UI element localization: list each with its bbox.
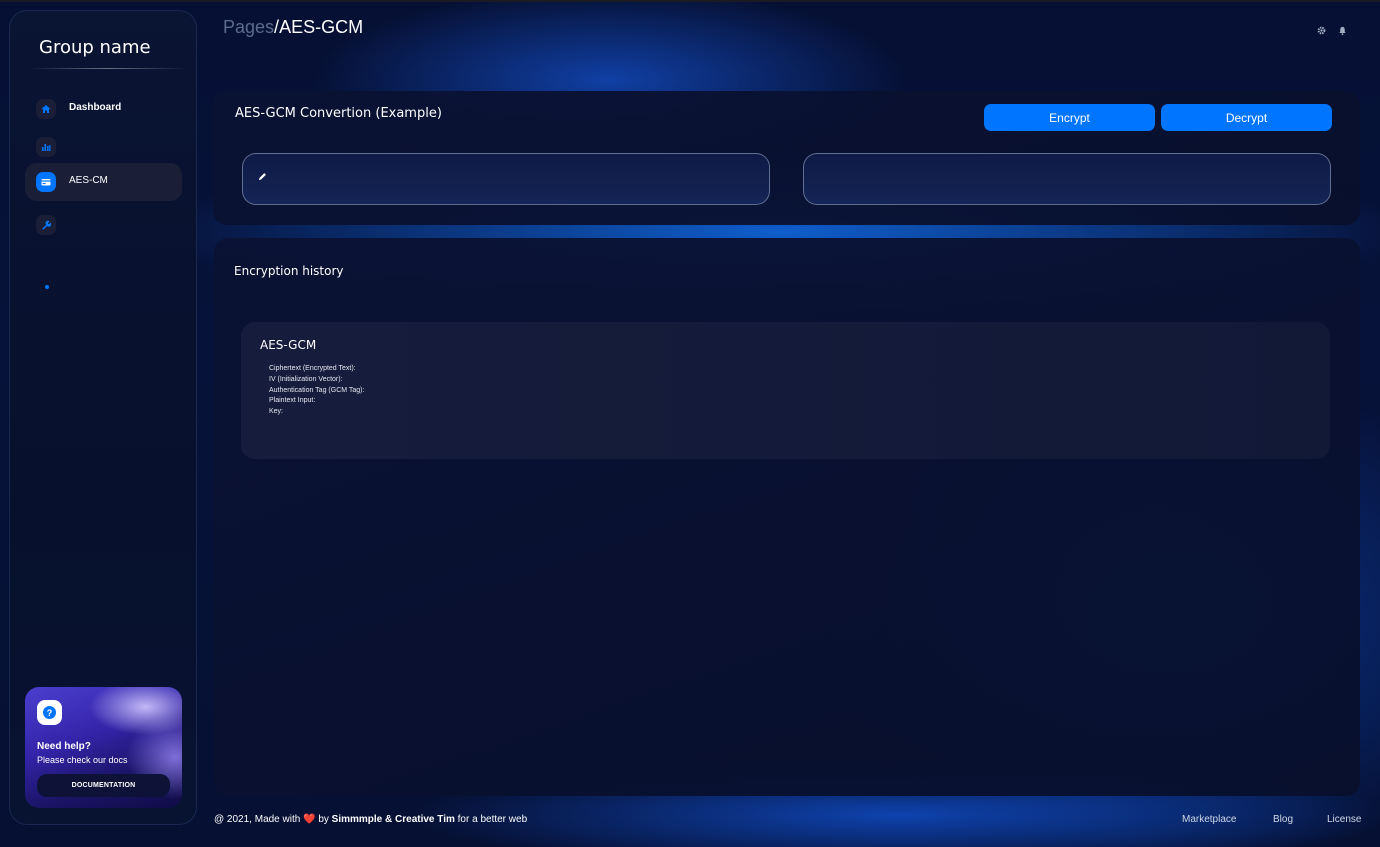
home-icon	[36, 99, 56, 119]
footer-authors[interactable]: Simmmple & Creative Tim	[332, 814, 455, 825]
output-field[interactable]	[803, 153, 1331, 205]
page-indicator-dot	[45, 285, 49, 289]
encryption-history-card: Encryption history AES-GCM Ciphertext (E…	[214, 238, 1360, 796]
help-card: ? Need help? Please check our docs DOCUM…	[25, 687, 182, 808]
history-entry-title: AES-GCM	[260, 338, 317, 352]
brand-divider	[28, 68, 188, 69]
ciphertext-label: Ciphertext (Encrypted Text):	[269, 365, 356, 372]
history-title: Encryption history	[234, 264, 344, 278]
sidebar-item-tools[interactable]	[25, 206, 182, 244]
footer-link-marketplace[interactable]: Marketplace	[1182, 814, 1236, 825]
encrypt-button[interactable]: Encrypt	[984, 104, 1155, 131]
footer-prefix: @ 2021, Made with	[214, 814, 301, 825]
pencil-icon	[258, 172, 268, 182]
plaintext-input[interactable]	[242, 153, 770, 205]
history-entry: AES-GCM Ciphertext (Encrypted Text): IV …	[241, 322, 1330, 459]
iv-label: IV (Initialization Vector):	[269, 375, 343, 383]
bell-icon[interactable]	[1336, 24, 1348, 36]
heart-icon: ❤️	[303, 814, 316, 825]
footer-suffix: for a better web	[457, 814, 528, 825]
history-entry-fields: Ciphertext (Encrypted Text): IV (Initial…	[269, 364, 364, 418]
converter-title: AES-GCM Convertion (Example)	[235, 106, 442, 121]
footer-link-license[interactable]: License	[1327, 814, 1361, 825]
chart-icon	[36, 137, 56, 157]
footer-by: by	[318, 814, 329, 825]
window-top-border	[0, 0, 1380, 2]
sidebar-item-dashboard[interactable]: Dashboard	[25, 90, 182, 128]
decrypt-button[interactable]: Decrypt	[1161, 104, 1332, 131]
plaintext-label: Plaintext Input:	[269, 397, 316, 405]
wrench-icon	[36, 215, 56, 235]
breadcrumb-parent[interactable]: Pages	[223, 17, 274, 37]
converter-card: AES-GCM Convertion (Example) Encrypt Dec…	[213, 91, 1360, 225]
footer-link-blog[interactable]: Blog	[1273, 814, 1293, 825]
sidebar-item-aes-cm[interactable]: AES-CM	[25, 163, 182, 201]
help-title: Need help?	[37, 741, 91, 752]
credit-card-icon	[36, 172, 56, 192]
question-icon: ?	[37, 700, 62, 725]
gear-icon[interactable]	[1315, 24, 1327, 36]
sidebar-item-label: AES-CM	[69, 175, 108, 186]
key-label: Key:	[269, 408, 284, 416]
sidebar-item-chart[interactable]	[25, 128, 182, 166]
sidebar: Group name Dashboard AES-CM ? Need help?…	[9, 10, 197, 825]
footer-credits: @ 2021, Made with ❤️ by Simmmple & Creat…	[214, 814, 527, 825]
documentation-button[interactable]: DOCUMENTATION	[37, 774, 170, 797]
page-title: AES-GCM	[279, 17, 364, 37]
help-subtitle: Please check our docs	[37, 755, 128, 765]
auth-tag-label: Authentication Tag (GCM Tag):	[269, 386, 365, 394]
brand-name: Group name	[39, 37, 151, 58]
sidebar-item-label: Dashboard	[69, 102, 122, 113]
breadcrumb: Pages/AES-GCM	[223, 17, 363, 38]
